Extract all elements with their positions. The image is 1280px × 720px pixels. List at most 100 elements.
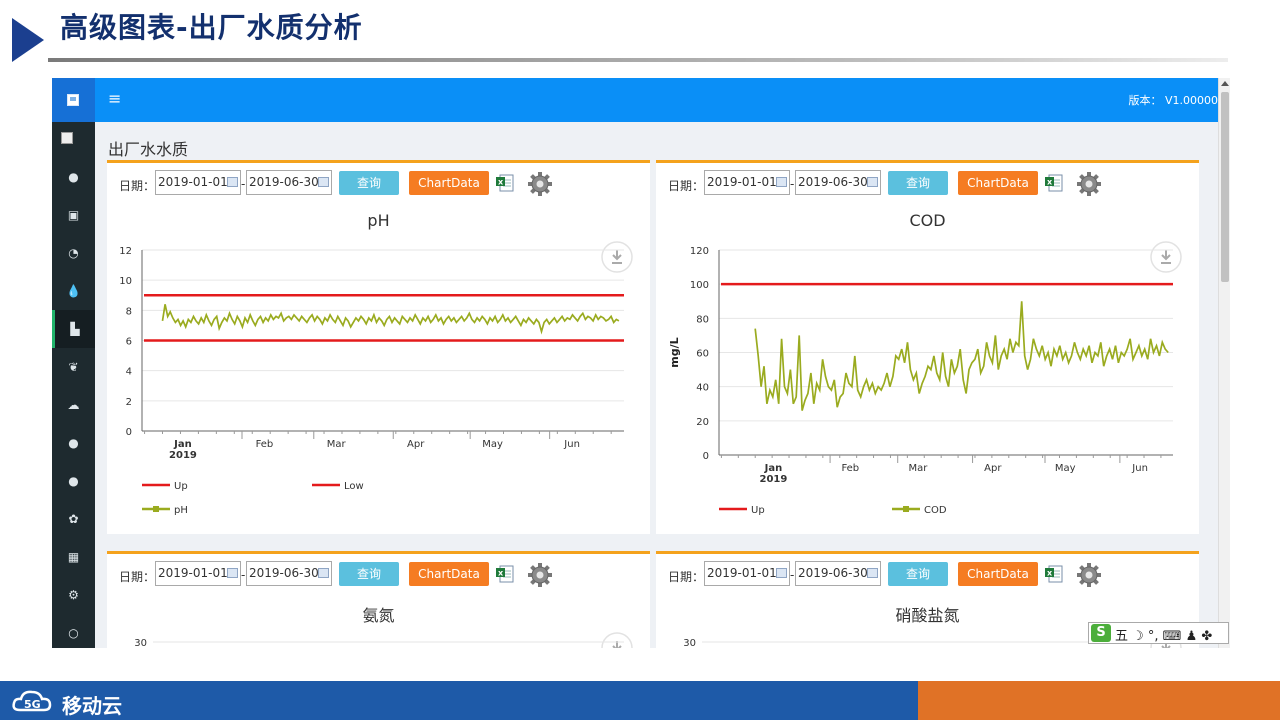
x-tick-sublabel: 2019 [760, 474, 788, 485]
hamburger-menu-icon[interactable]: ≡ [108, 91, 121, 107]
sidebar-item-circle-icon[interactable]: ○ [52, 614, 95, 648]
y-tick-label: 0 [126, 427, 132, 438]
y-axis-label: mg/L [668, 337, 681, 367]
download-chart-icon[interactable] [1150, 241, 1182, 273]
sidebar-item-drop-icon[interactable]: 💧 [52, 272, 95, 310]
legend-label: Up [174, 481, 188, 492]
scroll-up-arrow-icon[interactable] [1221, 81, 1229, 86]
app-screenshot: ≡ 版本： V1.00000 ● ▣ ◔ 💧 ▙ ❦ ☁ ● ● ✿ ▦ ⚙ ○ 出厂水水质 日期： 20… [52, 78, 1230, 648]
chart-plot: 0 20 40 60 80 100 120 mg/L Jan2019 Feb Mar Apr May Ju… [668, 241, 1182, 516]
legend-item-up[interactable]: Up [142, 481, 188, 492]
x-tick-label: Jun [563, 439, 580, 450]
x-tick-label: Jun [1131, 463, 1148, 474]
slide-arrow-icon [12, 18, 44, 62]
y-tick-label: 20 [696, 417, 709, 428]
sidebar-item-leaf-icon[interactable]: ❦ [52, 348, 95, 386]
footer-bar-orange [918, 681, 1280, 720]
x-tick-label: Jan [173, 439, 192, 450]
y-tick-label: 30 [683, 638, 696, 648]
train-icon: ▣ [67, 208, 80, 222]
y-tick-label: 12 [119, 246, 132, 257]
globe-icon: ● [68, 170, 79, 184]
scrollbar-thumb[interactable] [1221, 92, 1229, 282]
download-chart-icon[interactable] [601, 632, 633, 648]
y-tick-label: 4 [126, 367, 132, 378]
ime-logo[interactable]: S [1091, 624, 1111, 642]
legend-label: COD [924, 505, 947, 516]
slide-divider [48, 58, 1228, 62]
sidebar-item-dashboard-icon[interactable]: ◔ [52, 234, 95, 272]
chart-plot: 0 2 4 6 8 10 12 Jan2019 Feb Mar Apr May Jun Up Low pH [119, 241, 633, 516]
slide: 高级图表-出厂水质分析 ≡ 版本： V1.00000 ● ▣ ◔ 💧 ▙ ❦ ☁ ● ● ✿ ▦ ⚙ ○… [0, 0, 1280, 720]
y-tick-label: 40 [696, 383, 709, 394]
series-line-cod[interactable] [754, 301, 1169, 411]
circle-icon: ○ [68, 626, 79, 640]
x-tick-label: Feb [841, 463, 859, 474]
series-line-ph[interactable] [161, 304, 620, 335]
version-label: 版本： V1.00000 [1128, 94, 1218, 107]
y-tick-label: 60 [696, 349, 709, 360]
y-tick-label: 120 [690, 246, 709, 257]
y-tick-label: 80 [696, 314, 709, 325]
slide-title: 高级图表-出厂水质分析 [60, 11, 363, 44]
cloud-icon: ☁ [67, 398, 80, 412]
sidebar-item-globe-icon[interactable]: ● [52, 424, 95, 462]
chart-panel-ph: 日期： 2019-01-01-2019-06-30 查询 ChartData x pH 0 2… [107, 160, 650, 534]
x-tick-label: Mar [908, 463, 928, 474]
calendar-icon: ▦ [67, 550, 80, 564]
app-logo[interactable] [52, 78, 95, 122]
ime-status-icons[interactable]: 五 ☽ °, ⌨ ♟ ✤ [1115, 625, 1212, 644]
chart-panel-ammonia: 日期： 2019-01-01-2019-06-30 查询 ChartData x 氨氮 30 [107, 551, 650, 648]
sidebar-item-train-icon[interactable]: ▣ [52, 196, 95, 234]
dashboard-icon: ◔ [68, 246, 79, 260]
factory-icon: ▙ [70, 322, 80, 336]
scrollbar[interactable] [1218, 78, 1230, 648]
leaf-icon: ❦ [68, 360, 79, 374]
x-tick-label: May [482, 439, 503, 450]
sidebar-item-calendar-icon[interactable]: ▦ [52, 538, 95, 576]
sidebar-item-cloud-icon[interactable]: ☁ [52, 386, 95, 424]
legend-item-cod[interactable]: COD [892, 505, 947, 516]
x-tick-label: Apr [407, 439, 425, 450]
ime-toolbar[interactable]: S 五 ☽ °, ⌨ ♟ ✤ [1088, 622, 1229, 644]
x-tick-label: Jan [764, 463, 783, 474]
x-tick-label: Feb [256, 439, 274, 450]
y-tick-label: 6 [126, 337, 132, 348]
broken-image-icon [61, 132, 73, 144]
sidebar-item-factory-icon[interactable]: ▙ [52, 310, 95, 348]
sidebar-item-cogs-icon[interactable]: ⚙ [52, 576, 95, 614]
x-tick-label: Mar [327, 439, 347, 450]
globe-icon: ● [68, 436, 79, 450]
x-tick-label: May [1055, 463, 1076, 474]
x-tick-label: Apr [984, 463, 1002, 474]
x-tick-sublabel: 2019 [169, 450, 197, 461]
legend-label: pH [174, 505, 188, 516]
sidebar: ● ▣ ◔ 💧 ▙ ❦ ☁ ● ● ✿ ▦ ⚙ ○ [52, 122, 95, 648]
broken-image-icon [67, 94, 79, 106]
chart-plot: 30 [134, 632, 633, 648]
sidebar-item-globe-icon[interactable]: ● [52, 462, 95, 500]
footer-brand: 移动云 [62, 694, 122, 718]
cloud-5g-logo-icon: 5G [12, 690, 52, 712]
y-tick-label: 2 [126, 397, 132, 408]
y-tick-label: 8 [126, 306, 132, 317]
y-tick-label: 0 [703, 451, 709, 462]
top-navbar: ≡ 版本： V1.00000 [52, 78, 1218, 122]
legend-label: Low [344, 481, 364, 492]
footer-bar-blue [0, 681, 918, 720]
legend-item-low[interactable]: Low [312, 481, 364, 492]
y-tick-label: 10 [119, 276, 132, 287]
legend-label: Up [751, 505, 765, 516]
svg-text:5G: 5G [24, 698, 41, 711]
download-chart-icon[interactable] [601, 241, 633, 273]
globe-icon: ● [68, 474, 79, 488]
y-tick-label: 30 [134, 638, 147, 648]
drop-icon: 💧 [66, 284, 81, 298]
legend-item-up[interactable]: Up [719, 505, 765, 516]
section-title: 出厂水水质 [108, 140, 189, 159]
legend-item-ph[interactable]: pH [142, 505, 188, 516]
sidebar-item-cubes-icon[interactable]: ✿ [52, 500, 95, 538]
y-tick-label: 100 [690, 280, 709, 291]
sidebar-item-globe-icon[interactable]: ● [52, 158, 95, 196]
cubes-icon: ✿ [68, 512, 79, 526]
